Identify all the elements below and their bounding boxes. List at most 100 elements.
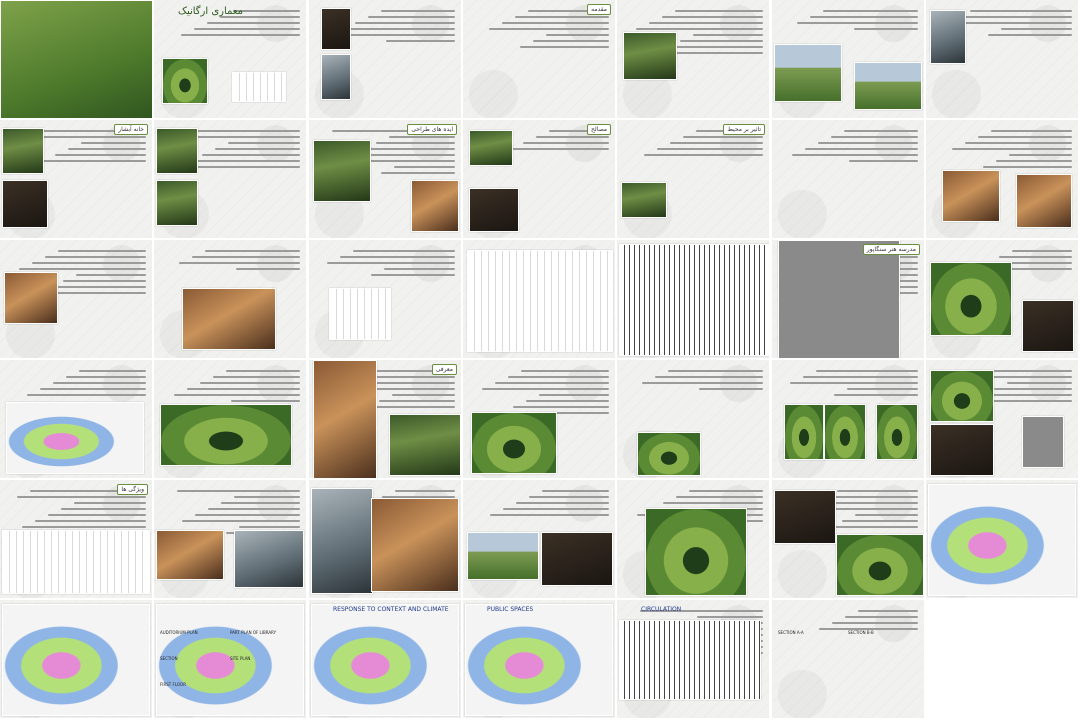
slide-thumbnail[interactable] (617, 480, 769, 598)
text-line (816, 370, 918, 372)
slide-image (623, 32, 677, 80)
text-line (45, 256, 146, 258)
slide-thumbnail[interactable] (617, 0, 769, 118)
slide-thumbnail[interactable] (772, 480, 924, 598)
text-line (1001, 28, 1072, 30)
slide-thumbnail[interactable] (0, 0, 152, 118)
slide-thumbnail[interactable] (926, 480, 1078, 598)
text-line (1007, 382, 1072, 384)
text-line (389, 136, 455, 138)
text-line (376, 142, 455, 144)
slide-image (0, 0, 152, 118)
slide-image (182, 288, 276, 350)
text-line (17, 496, 146, 498)
slide-image (162, 58, 208, 104)
slide-image (928, 484, 1076, 596)
slide-image (313, 140, 371, 202)
slide-thumbnail[interactable]: معرفی (309, 360, 461, 478)
slide-thumbnail[interactable] (463, 480, 615, 598)
text-line (847, 388, 918, 390)
text-line (181, 34, 300, 36)
text-line (233, 10, 300, 12)
text-line (215, 148, 300, 150)
text-line (236, 268, 300, 270)
slide-thumbnail[interactable] (309, 240, 461, 358)
text-line (675, 10, 763, 12)
slide-thumbnail[interactable]: AUDITORIUM PLAN PART PLAN OF LIBRARY SECTI… (154, 600, 306, 718)
slide-drawing-label: PART PLAN OF LIBRARY (230, 630, 277, 635)
text-line (395, 490, 455, 492)
slide-image (541, 532, 613, 586)
slide-thumbnail[interactable] (772, 0, 924, 118)
text-line (226, 370, 300, 372)
slide-thumbnail[interactable]: ویژگی ها (0, 480, 152, 598)
text-line (200, 382, 300, 384)
text-line (697, 616, 763, 618)
slide-thumbnail[interactable] (0, 600, 152, 718)
slide-thumbnail[interactable] (463, 360, 615, 478)
slide-heading-tag: خانه آبشار (114, 124, 148, 135)
slide-thumbnail[interactable] (463, 240, 615, 358)
text-line (842, 520, 918, 522)
slide-thumbnail[interactable]: تاثیر بر محیط (617, 120, 769, 238)
text-line (340, 256, 455, 258)
text-line (805, 148, 918, 150)
text-line (482, 388, 609, 390)
text-line (792, 154, 918, 156)
slide-thumbnail[interactable]: مدرسه هنر سنگاپور (772, 240, 924, 358)
text-line (546, 34, 609, 36)
text-line (27, 394, 146, 396)
slide-image (824, 404, 866, 460)
slide-thumbnail[interactable] (926, 120, 1078, 238)
slide-image (637, 432, 701, 476)
text-line (55, 154, 146, 156)
text-line (355, 22, 455, 24)
text-line (663, 502, 763, 504)
slide-thumbnail[interactable] (0, 240, 152, 358)
slide-thumbnail[interactable] (772, 120, 924, 238)
slide-thumbnail[interactable]: مصالح (463, 120, 615, 238)
text-line (76, 274, 146, 276)
text-line (994, 388, 1072, 390)
slide-thumbnail[interactable]: معماری ارگانیک (154, 0, 306, 118)
slide-thumbnail[interactable]: PUBLIC SPACES (463, 600, 615, 718)
slide-thumbnail[interactable] (154, 480, 306, 598)
slide-thumbnail[interactable]: ایده های طراحی (309, 120, 461, 238)
text-line (520, 46, 609, 48)
slide-thumbnail[interactable] (772, 360, 924, 478)
text-line (207, 22, 300, 24)
slide-image (411, 180, 459, 232)
slide-thumbnail[interactable] (154, 120, 306, 238)
text-line (670, 142, 763, 144)
slide-thumbnail[interactable] (617, 240, 769, 358)
text-line (205, 250, 300, 252)
slide-image (930, 424, 994, 476)
slide-thumbnail[interactable]: RESPONSE TO CONTEXT AND CLIMATE (309, 600, 461, 718)
text-line (58, 250, 146, 252)
slide-thumbnail[interactable] (309, 0, 461, 118)
text-line (657, 148, 763, 150)
text-line (381, 10, 455, 12)
slide-thumbnail[interactable] (617, 360, 769, 478)
slide-image (469, 130, 513, 166)
slide-thumbnail[interactable]: مقدمه (463, 0, 615, 118)
slide-thumbnail[interactable]: خانه آبشار (0, 120, 152, 238)
slide-thumbnail[interactable] (926, 0, 1078, 118)
slide-thumbnail[interactable] (154, 240, 306, 358)
slide-thumbnail[interactable]: SECTION A-A SECTION B-B (772, 600, 924, 718)
text-line (515, 16, 609, 18)
text-line (978, 136, 1072, 138)
text-line (676, 496, 763, 498)
slide-image (1022, 300, 1074, 352)
slide-thumbnail[interactable] (0, 360, 152, 478)
text-line (689, 490, 763, 492)
slide-thumbnail[interactable] (926, 360, 1078, 478)
text-line (48, 514, 146, 516)
slide-image (156, 180, 198, 226)
text-line (187, 388, 300, 390)
slide-thumbnail[interactable] (309, 480, 461, 598)
text-line (655, 376, 763, 378)
slide-thumbnail[interactable] (926, 240, 1078, 358)
slide-thumbnail[interactable] (154, 360, 306, 478)
slide-thumbnail[interactable]: CIRCULATION (617, 600, 769, 718)
